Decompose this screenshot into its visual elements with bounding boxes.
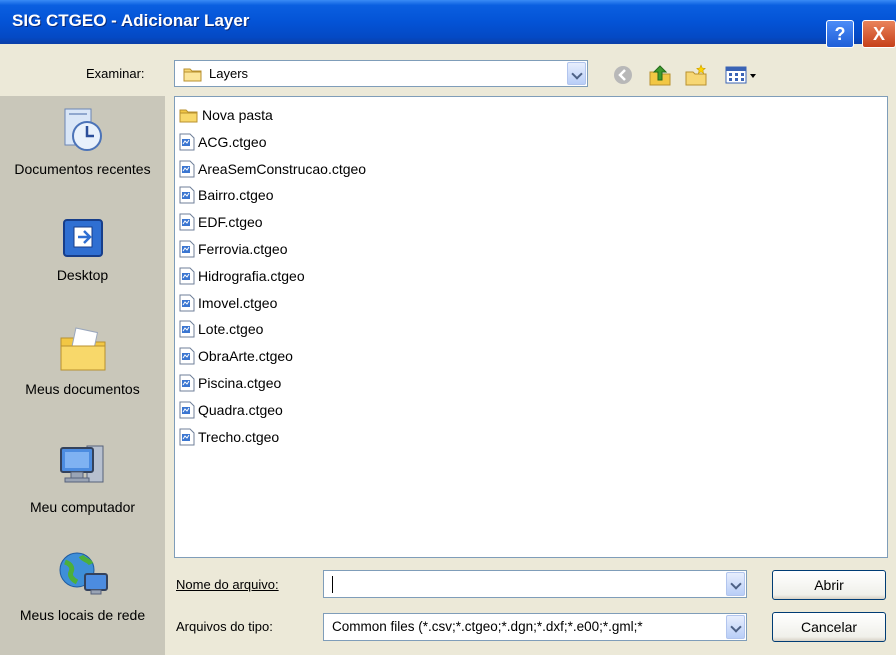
list-item[interactable]: Quadra.ctgeo [179, 398, 283, 422]
ctgeo-file-icon [179, 320, 195, 338]
ctgeo-file-icon [179, 267, 195, 285]
place-recent-documents[interactable]: Documentos recentes [0, 106, 165, 178]
place-label: Desktop [56, 267, 109, 283]
list-item[interactable]: Piscina.ctgeo [179, 371, 281, 395]
ctgeo-file-icon [179, 294, 195, 312]
title-bar[interactable]: SIG CTGEO - Adicionar Layer ? X [0, 0, 896, 48]
filename-label: Nome do arquivo: [176, 577, 279, 592]
lookin-value: Layers [209, 66, 249, 81]
lookin-select[interactable]: Layers [174, 60, 588, 87]
list-item[interactable]: Nova pasta [179, 103, 273, 127]
filetype-label: Arquivos do tipo: [176, 619, 273, 634]
ctgeo-file-icon [179, 374, 195, 392]
my-computer-icon [59, 445, 103, 483]
ctgeo-file-icon [179, 133, 195, 151]
lookin-dropdown-arrow[interactable] [567, 62, 586, 85]
file-name: AreaSemConstrucao.ctgeo [198, 160, 367, 177]
list-item[interactable]: EDF.ctgeo [179, 210, 263, 234]
ctgeo-file-icon [179, 347, 195, 365]
file-name: Imovel.ctgeo [198, 294, 278, 311]
folder-icon [179, 109, 198, 123]
place-label: Meus locais de rede [19, 607, 146, 623]
list-item[interactable]: ObraArte.ctgeo [179, 344, 293, 368]
list-item[interactable]: Trecho.ctgeo [179, 425, 279, 449]
list-item[interactable]: Lote.ctgeo [179, 317, 263, 341]
place-label: Meu computador [29, 499, 136, 515]
file-name: ACG.ctgeo [198, 133, 267, 150]
folder-icon [183, 68, 202, 82]
ctgeo-file-icon [179, 160, 195, 178]
desktop-icon [62, 219, 103, 257]
list-item[interactable]: Ferrovia.ctgeo [179, 237, 287, 261]
list-item[interactable]: ACG.ctgeo [179, 130, 266, 154]
window-title: SIG CTGEO - Adicionar Layer [12, 11, 250, 30]
help-icon: ? [834, 24, 846, 44]
filename-input[interactable] [323, 570, 747, 598]
help-button[interactable]: ? [826, 20, 854, 48]
back-icon[interactable] [612, 64, 634, 86]
file-name: Hidrografia.ctgeo [198, 267, 305, 284]
view-menu-icon[interactable] [724, 64, 758, 86]
file-name: Nova pasta [202, 107, 273, 123]
place-my-computer[interactable]: Meu computador [0, 442, 165, 516]
filetype-value: Common files (*.csv;*.ctgeo;*.dgn;*.dxf;… [332, 619, 643, 634]
places-bar: Documentos recentes Desktop Meus documen… [0, 96, 165, 655]
ctgeo-file-icon [179, 186, 195, 204]
recent-documents-icon [64, 108, 102, 151]
list-item[interactable]: Hidrografia.ctgeo [179, 264, 305, 288]
text-cursor [332, 576, 333, 593]
list-item[interactable]: AreaSemConstrucao.ctgeo [179, 157, 366, 181]
file-name: Quadra.ctgeo [198, 401, 283, 418]
filetype-select[interactable]: Common files (*.csv;*.ctgeo;*.dgn;*.dxf;… [323, 613, 747, 641]
place-label: Documentos recentes [14, 161, 151, 177]
place-network-places[interactable]: Meus locais de rede [0, 550, 165, 624]
file-name: Ferrovia.ctgeo [198, 241, 288, 257]
file-name: Lote.ctgeo [198, 321, 264, 338]
ctgeo-file-icon [179, 428, 195, 446]
cancel-button[interactable]: Cancelar [772, 612, 886, 642]
file-name: ObraArte.ctgeo [198, 348, 293, 365]
place-desktop[interactable]: Desktop [0, 216, 165, 284]
up-folder-icon[interactable] [648, 64, 672, 86]
place-label: Meus documentos [25, 381, 140, 397]
ctgeo-file-icon [179, 240, 195, 258]
filename-dropdown-arrow[interactable] [726, 572, 745, 596]
close-button[interactable]: X [862, 20, 896, 48]
lookin-label: Examinar: [86, 66, 145, 81]
ctgeo-file-icon [179, 401, 195, 419]
file-name: Bairro.ctgeo [198, 187, 274, 204]
ctgeo-file-icon [179, 213, 195, 231]
my-documents-icon [60, 327, 105, 371]
filetype-dropdown-arrow[interactable] [726, 615, 745, 639]
list-item[interactable]: Imovel.ctgeo [179, 291, 277, 315]
file-name: EDF.ctgeo [198, 214, 263, 231]
open-button[interactable]: Abrir [772, 570, 886, 600]
network-places-icon [59, 552, 108, 595]
new-folder-icon[interactable] [684, 64, 708, 86]
list-item[interactable]: Bairro.ctgeo [179, 183, 273, 207]
file-name: Piscina.ctgeo [198, 375, 282, 391]
file-name: Trecho.ctgeo [198, 428, 280, 445]
file-list[interactable]: Nova pasta ACG.ctgeo AreaSemConstrucao.ctg… [174, 96, 888, 558]
close-icon: X [872, 24, 885, 44]
place-my-documents[interactable]: Meus documentos [0, 326, 165, 398]
